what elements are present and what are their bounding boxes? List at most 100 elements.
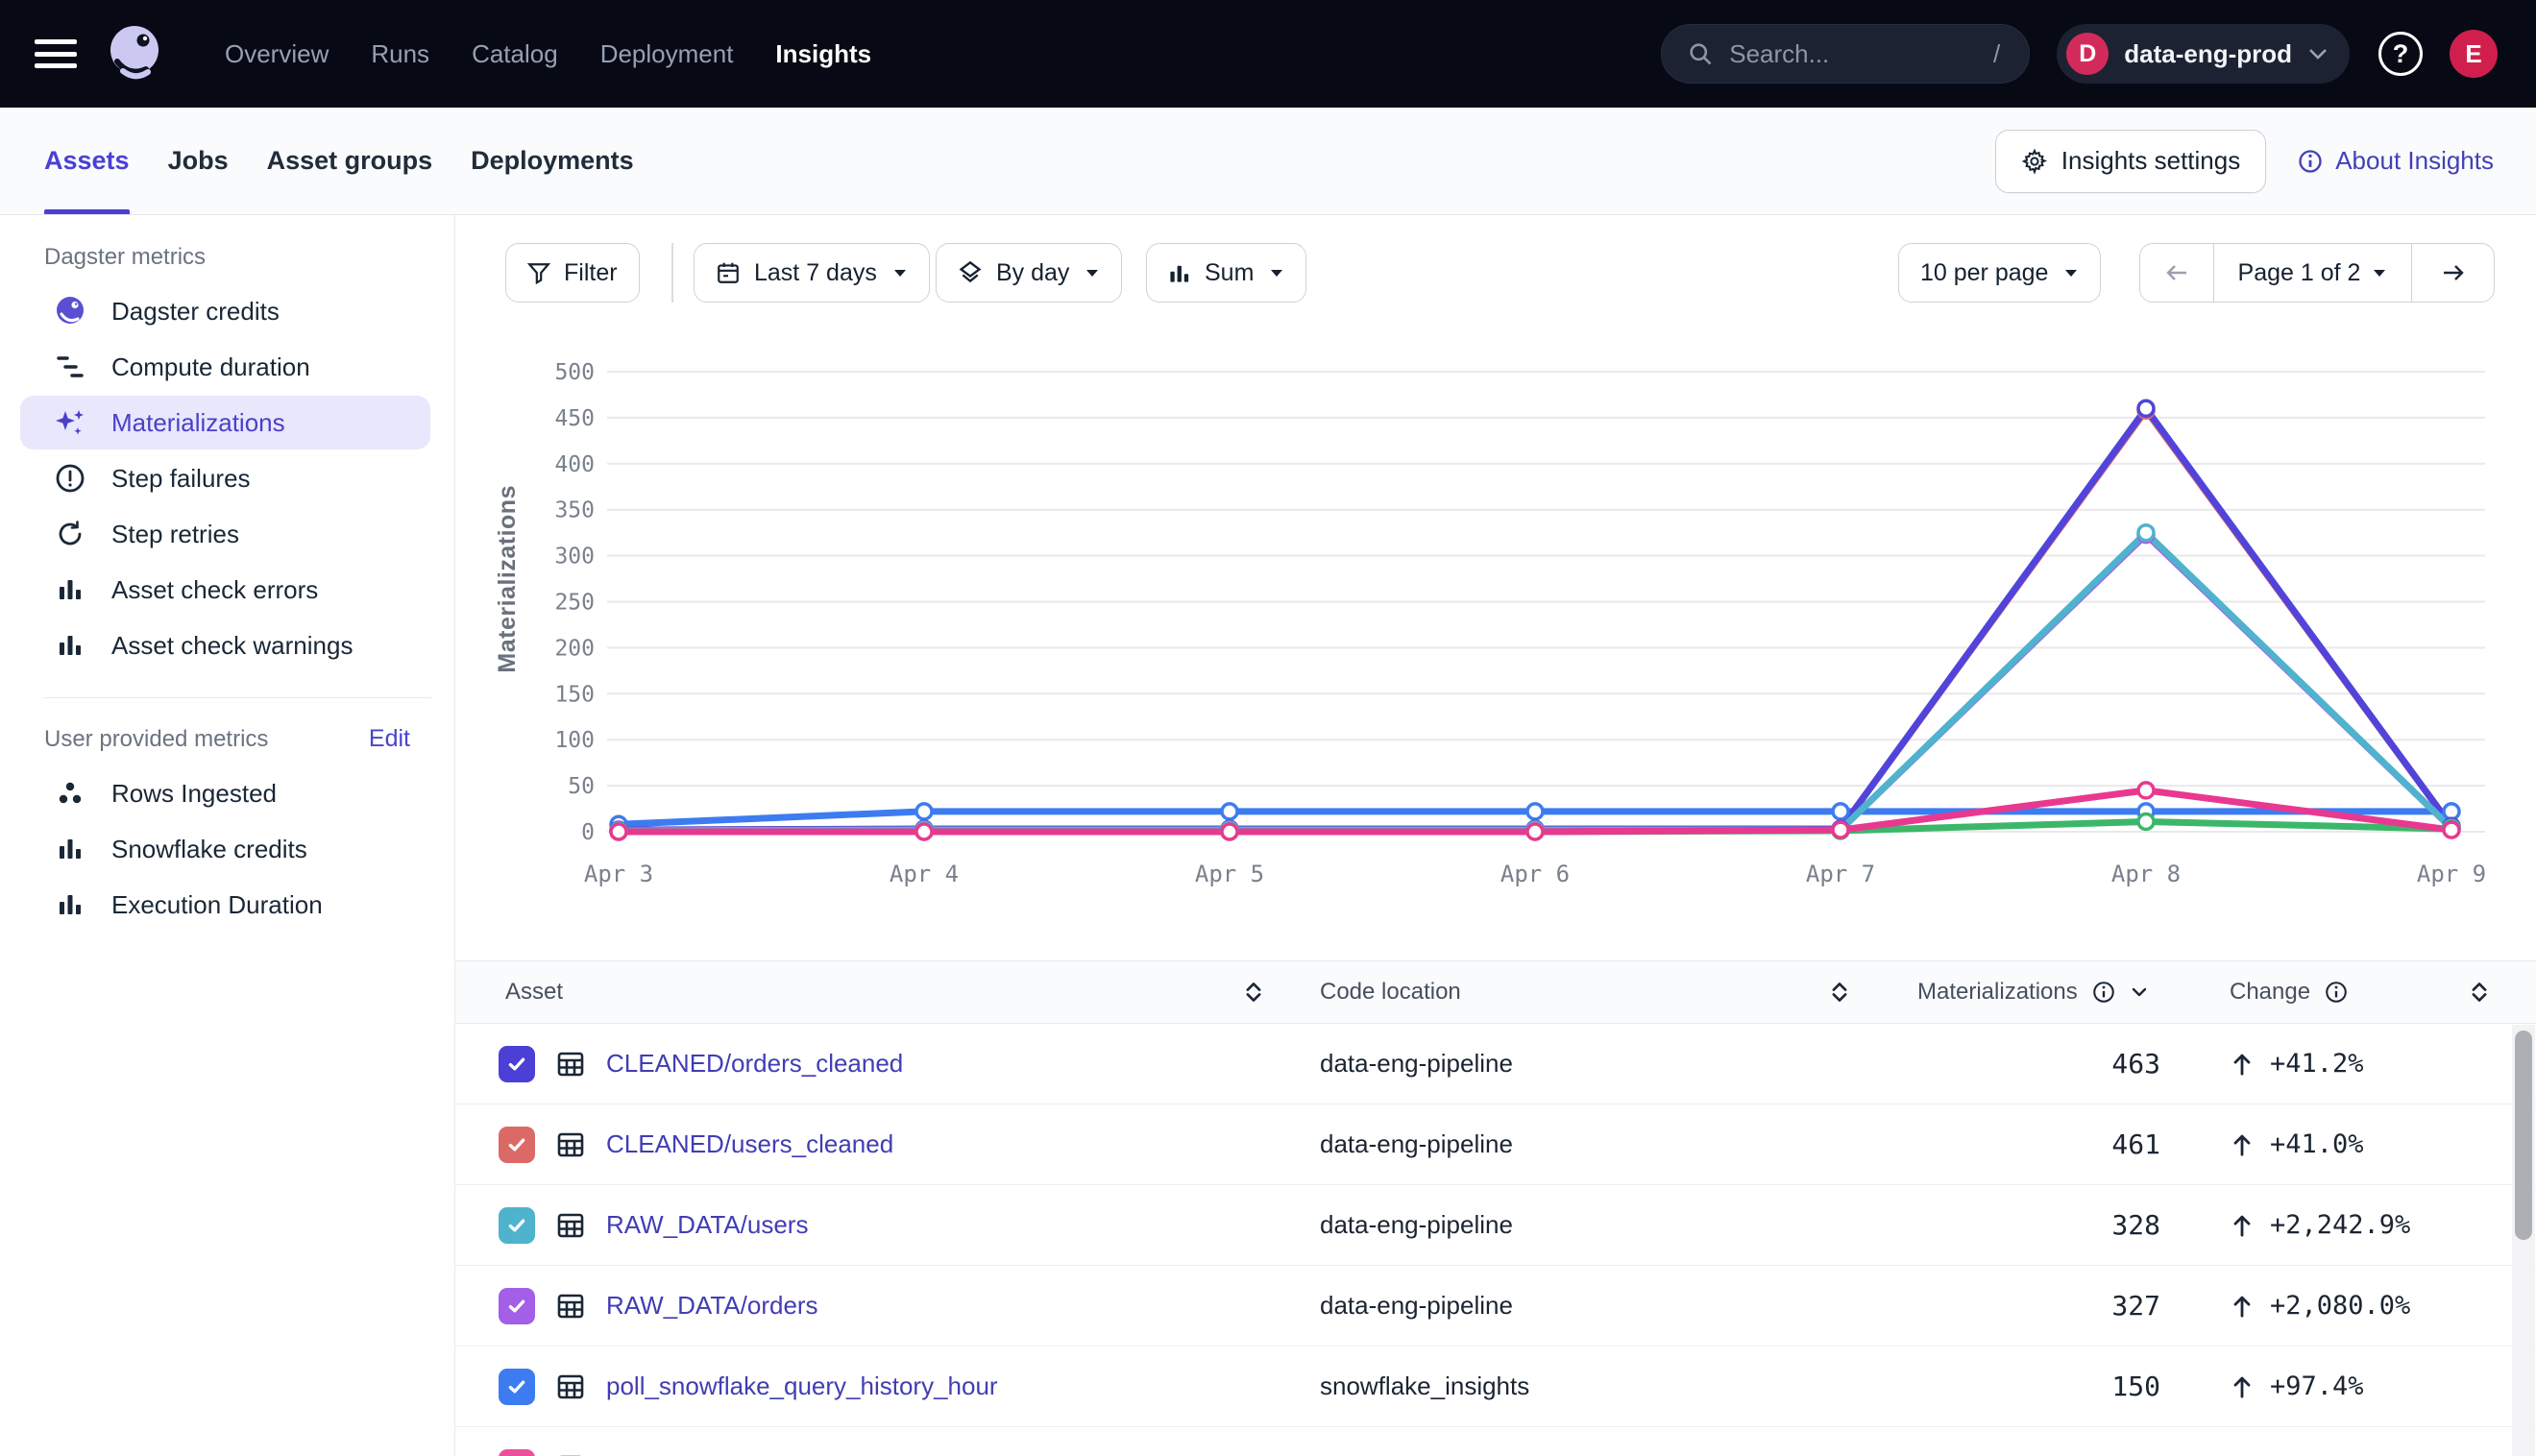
asset-checkbox[interactable] — [499, 1288, 535, 1324]
arrow-up-icon — [2230, 1212, 2255, 1239]
topnav-item-insights[interactable]: Insights — [775, 39, 871, 69]
page-indicator-dropdown[interactable]: Page 1 of 2 — [2213, 244, 2411, 302]
topnav-item-deployment[interactable]: Deployment — [600, 39, 734, 69]
info-icon — [2297, 148, 2324, 175]
asset-checkbox[interactable] — [499, 1046, 535, 1082]
about-insights-link[interactable]: About Insights — [2297, 146, 2494, 176]
chart-y-axis-label: Materializations — [494, 485, 522, 673]
tab-jobs[interactable]: Jobs — [168, 108, 229, 214]
asset-checkbox[interactable] — [499, 1449, 535, 1456]
materializations-cell: 461 — [1872, 1128, 2205, 1160]
asset-link[interactable]: poll_snowflake_query_history_hour — [606, 1371, 998, 1401]
tab-deployments[interactable]: Deployments — [471, 108, 634, 214]
insights-settings-button[interactable]: Insights settings — [1995, 130, 2266, 193]
sort-icon[interactable] — [1829, 980, 1850, 1005]
asset-checkbox[interactable] — [499, 1207, 535, 1244]
previous-page-button[interactable] — [2140, 244, 2213, 302]
asset-link[interactable]: CLEANED/… — [606, 1452, 756, 1456]
column-header-change[interactable]: Change — [2205, 979, 2512, 1006]
materializations-chart[interactable]: 050100150200250300350400450500Apr 3Apr 4… — [455, 327, 2536, 903]
sidebar-item-rows-ingested[interactable]: Rows Ingested — [20, 766, 430, 820]
topnav-item-catalog[interactable]: Catalog — [472, 39, 558, 69]
sidebar-item-asset-check-errors[interactable]: Asset check errors — [20, 563, 430, 617]
asset-link[interactable]: RAW_DATA/orders — [606, 1291, 818, 1321]
svg-text:350: 350 — [554, 498, 595, 523]
sidebar-item-step-failures[interactable]: Step failures — [20, 451, 430, 505]
info-icon[interactable] — [2091, 980, 2116, 1005]
scrollbar-thumb[interactable] — [2515, 1031, 2532, 1240]
aggregation-button[interactable]: Sum — [1146, 243, 1306, 303]
materializations-cell: 328 — [1872, 1209, 2205, 1241]
code-location-cell: data-eng-pipeline — [1293, 1049, 1872, 1079]
funnel-icon — [527, 261, 550, 284]
dagster-logo-icon[interactable] — [104, 23, 165, 85]
top-navigation-bar: Overview Runs Catalog Deployment Insights Se… — [0, 0, 2536, 108]
steps-icon — [54, 351, 86, 383]
sort-icon[interactable] — [1243, 980, 1264, 1005]
search-input[interactable]: Search... / — [1661, 24, 2030, 84]
sidebar-item-materializations[interactable]: Materializations — [20, 396, 430, 449]
sidebar-item-asset-check-warnings[interactable]: Asset check warnings — [20, 619, 430, 672]
dagster-metrics-list: Dagster credits Compute duration Materia… — [0, 284, 454, 672]
asset-checkbox[interactable] — [499, 1127, 535, 1163]
sidebar-item-step-retries[interactable]: Step retries — [20, 507, 430, 561]
change-cell: +41.0% — [2205, 1129, 2512, 1159]
deployment-badge: D — [2066, 33, 2109, 75]
sort-icon[interactable] — [2469, 980, 2490, 1005]
chevron-down-icon[interactable] — [2130, 985, 2149, 999]
user-metrics-section-label: User provided metrics — [44, 726, 369, 753]
table-grid-icon — [554, 1209, 587, 1242]
bars-icon — [54, 629, 86, 662]
code-location-cell: data-eng-pipeline — [1293, 1452, 1872, 1456]
bars-icon — [54, 888, 86, 921]
info-icon[interactable] — [2324, 980, 2349, 1005]
chevron-down-icon — [1085, 268, 1100, 278]
asset-checkbox[interactable] — [499, 1369, 535, 1405]
granularity-button[interactable]: By day — [936, 243, 1122, 303]
per-page-selector[interactable]: 10 per page — [1898, 243, 2101, 303]
pagination-control: Page 1 of 2 — [2139, 243, 2495, 303]
filter-button[interactable]: Filter — [505, 243, 640, 303]
column-header-code-location[interactable]: Code location — [1293, 979, 1872, 1006]
tab-assets[interactable]: Assets — [44, 108, 130, 214]
svg-text:Apr 5: Apr 5 — [1195, 861, 1264, 887]
table-grid-icon — [554, 1451, 587, 1456]
table-header-row: Asset Code location — [455, 960, 2536, 1024]
asset-link[interactable]: RAW_DATA/users — [606, 1210, 808, 1240]
svg-text:200: 200 — [554, 636, 595, 661]
sidebar-item-dagster-credits[interactable]: Dagster credits — [20, 284, 430, 338]
tab-asset-groups[interactable]: Asset groups — [267, 108, 433, 214]
assets-table: Asset Code location — [455, 960, 2536, 1456]
help-icon[interactable]: ? — [2378, 32, 2423, 76]
column-header-asset[interactable]: Asset — [455, 979, 1293, 1006]
asset-link[interactable]: CLEANED/orders_cleaned — [606, 1049, 903, 1079]
arrow-up-icon — [2230, 1373, 2255, 1400]
edit-user-metrics-link[interactable]: Edit — [369, 725, 410, 753]
table-row: RAW_DATA/users data-eng-pipeline 328 +2,… — [455, 1185, 2536, 1266]
date-range-button[interactable]: Last 7 days — [694, 243, 930, 303]
svg-text:0: 0 — [581, 820, 595, 845]
code-location-cell: snowflake_insights — [1293, 1371, 1872, 1401]
arrow-up-icon — [2230, 1051, 2255, 1078]
chevron-down-icon — [1269, 268, 1284, 278]
next-page-button[interactable] — [2411, 244, 2494, 302]
gear-icon — [2021, 148, 2048, 175]
table-scrollbar[interactable] — [2512, 1025, 2535, 1456]
svg-text:450: 450 — [554, 406, 595, 431]
sidebar-item-execution-duration[interactable]: Execution Duration — [20, 878, 430, 932]
sidebar-item-snowflake-credits[interactable]: Snowflake credits — [20, 822, 430, 876]
sidebar-item-compute-duration[interactable]: Compute duration — [20, 340, 430, 394]
avatar[interactable]: E — [2450, 30, 2498, 78]
topnav-item-runs[interactable]: Runs — [371, 39, 429, 69]
deployment-switcher[interactable]: D data-eng-prod — [2057, 24, 2350, 84]
asset-link[interactable]: CLEANED/users_cleaned — [606, 1129, 893, 1159]
controls-divider — [671, 243, 673, 303]
change-cell: +2,242.9% — [2205, 1210, 2512, 1240]
column-header-materializations[interactable]: Materializations — [1872, 979, 2205, 1006]
topnav-item-overview[interactable]: Overview — [225, 39, 329, 69]
hamburger-menu-icon[interactable] — [35, 39, 77, 68]
search-icon — [1687, 40, 1714, 67]
svg-text:Apr 6: Apr 6 — [1500, 861, 1570, 887]
materializations-chart-block: Materializations 05010015020025030035040… — [455, 327, 2536, 903]
svg-text:400: 400 — [554, 452, 595, 477]
